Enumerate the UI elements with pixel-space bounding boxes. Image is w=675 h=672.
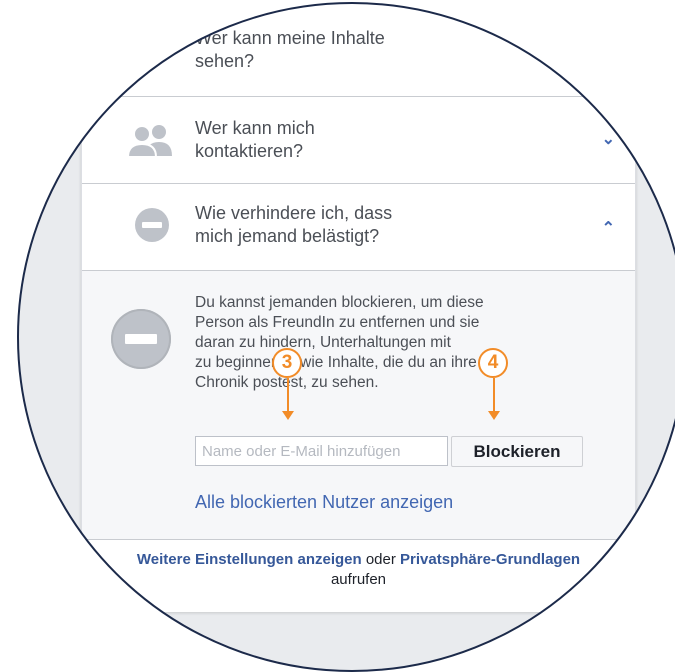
chevron-up-icon[interactable]: ⌃ [602, 218, 615, 238]
callout-4-arrowhead [488, 411, 500, 420]
zoom-circle: Wer kann meine Inhalte sehen? Wer kann m… [17, 2, 675, 672]
block-user-input[interactable] [195, 436, 448, 466]
footer: Weitere Einstellungen anzeigen oder Priv… [42, 550, 675, 590]
row-label: Wie verhindere ich, dass mich jemand bel… [195, 203, 393, 246]
block-section: Du kannst jemanden blockieren, um diese … [82, 271, 635, 540]
callout-4-badge: 4 [478, 348, 508, 378]
row-label: Wer kann meine Inhalte sehen? [195, 28, 385, 71]
privacy-row-who-can-see[interactable]: Wer kann meine Inhalte sehen? [82, 2, 635, 97]
chevron-down-icon[interactable]: ⌄ [602, 129, 615, 149]
block-large-icon [111, 309, 171, 369]
block-description: Du kannst jemanden blockieren, um diese … [195, 294, 484, 391]
privacy-basics-link[interactable]: Privatsphäre-Grundlagen [400, 551, 580, 568]
privacy-row-harassment[interactable]: Wie verhindere ich, dass mich jemand bel… [82, 184, 635, 271]
people-icon [128, 125, 172, 158]
callout-3-arrow [287, 378, 289, 412]
callout-4-arrow [493, 378, 495, 412]
row-label: Wer kann mich kontaktieren? [195, 118, 315, 161]
show-blocked-users-link[interactable]: Alle blockierten Nutzer anzeigen [195, 492, 453, 513]
more-settings-link[interactable]: Weitere Einstellungen anzeigen [137, 551, 362, 568]
privacy-panel: Wer kann meine Inhalte sehen? Wer kann m… [81, 2, 636, 612]
block-button[interactable]: Blockieren [451, 436, 583, 467]
privacy-row-who-can-contact[interactable]: Wer kann mich kontaktieren? ⌄ [82, 97, 635, 184]
footer-or-text: oder [365, 551, 396, 568]
callout-3-arrowhead [282, 411, 294, 420]
block-icon [135, 208, 169, 242]
callout-3-badge: 3 [272, 348, 302, 378]
footer-second-line: aufrufen [330, 571, 387, 588]
